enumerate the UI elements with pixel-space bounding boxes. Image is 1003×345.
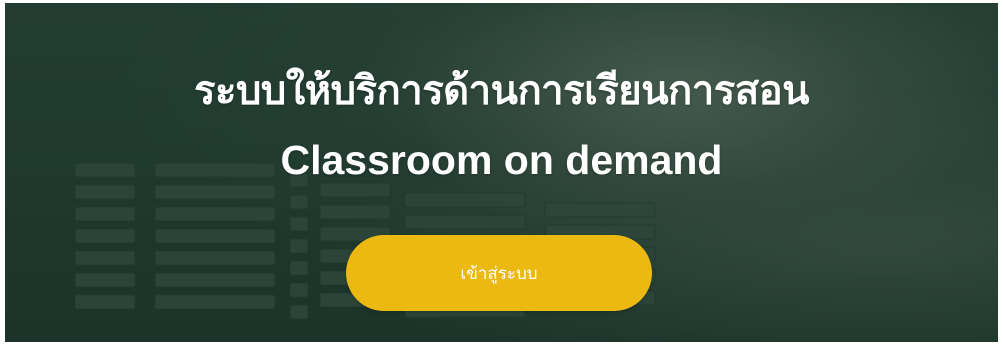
page-frame: ระบบให้บริการด้านการเรียนการสอน Classroo… [0, 0, 1003, 345]
hero-title-english: Classroom on demand [280, 137, 723, 183]
hero-title-thai: ระบบให้บริการด้านการเรียนการสอน [193, 68, 810, 114]
hero-banner: ระบบให้บริการด้านการเรียนการสอน Classroo… [5, 3, 998, 342]
login-button[interactable]: เข้าสู่ระบบ [346, 235, 652, 311]
